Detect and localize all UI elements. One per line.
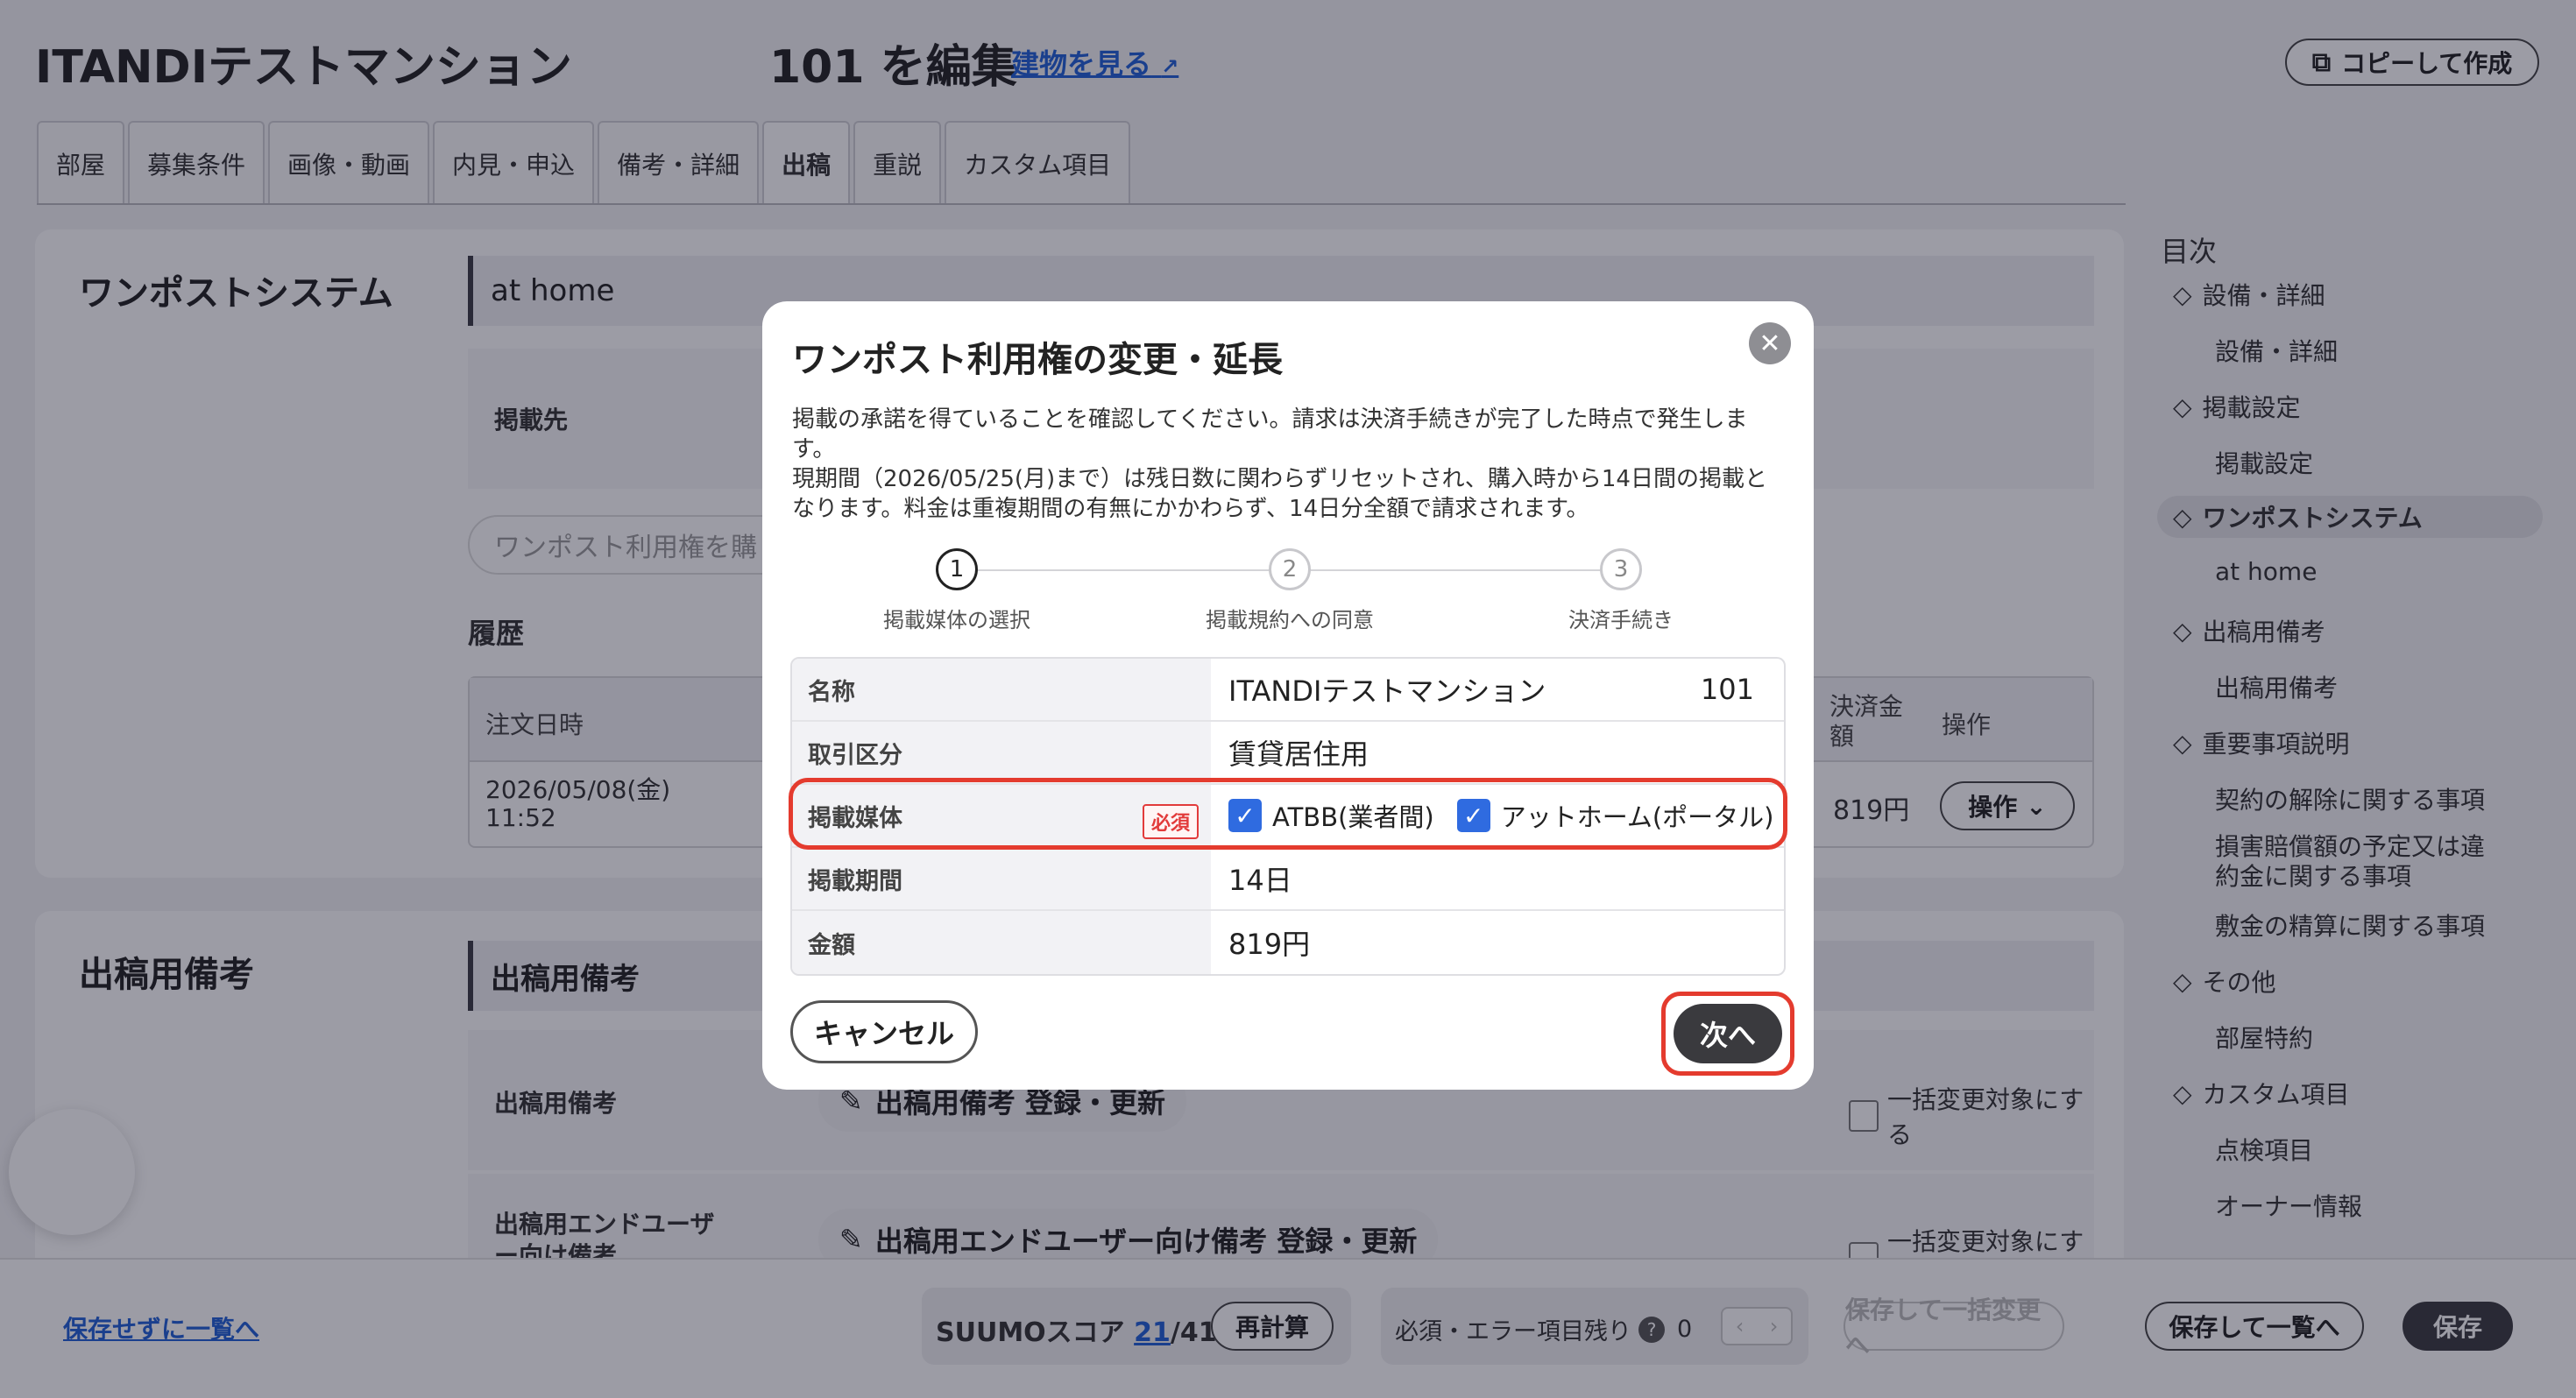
row-amount: 金額 819円 — [792, 911, 1784, 974]
period-label: 掲載期間 — [792, 848, 1211, 909]
onepost-change-dialog: ワンポスト利用権の変更・延長 ✕ 掲載の承諾を得ていることを確認してください。請… — [762, 301, 1814, 1090]
deal-type-value: 賃貸居住用 — [1228, 738, 1369, 771]
building-name: ITANDIテストマンション — [1228, 674, 1546, 708]
step-3-circle: 3 — [1600, 548, 1642, 590]
step-3-label: 決済手続き — [1568, 608, 1674, 632]
room-number: 101 — [1700, 673, 1754, 706]
amount-value: 819円 — [1228, 928, 1311, 961]
stepper: 1 2 3 掲載媒体の選択 掲載規約への同意 決済手続き — [762, 548, 1814, 645]
amount-label: 金額 — [792, 911, 1211, 974]
dialog-title: ワンポスト利用権の変更・延長 — [792, 340, 1283, 380]
step-1-label: 掲載媒体の選択 — [883, 608, 1030, 632]
name-value: ITANDIテストマンション 101 — [1211, 659, 1784, 720]
description-line-2: 現期間（2026/05/25(月)まで）は残日数に関わらずリセットされ、購入時か… — [792, 466, 1767, 522]
row-name: 名称 ITANDIテストマンション 101 — [792, 659, 1784, 722]
row-deal-type: 取引区分 賃貸居住用 — [792, 722, 1784, 785]
cancel-button[interactable]: キャンセル — [790, 1000, 978, 1063]
description-line-1: 掲載の承諾を得ていることを確認してください。請求は決済手続きが完了した時点で発生… — [792, 406, 1748, 462]
media-row-highlight — [789, 778, 1787, 850]
step-2-label: 掲載規約への同意 — [1206, 608, 1374, 632]
row-period: 掲載期間 14日 — [792, 848, 1784, 911]
deal-type-label: 取引区分 — [792, 722, 1211, 783]
name-label: 名称 — [792, 659, 1211, 720]
dialog-description: 掲載の承諾を得ていることを確認してください。請求は決済手続きが完了した時点で発生… — [792, 405, 1782, 524]
step-2-circle: 2 — [1269, 548, 1311, 590]
period-value: 14日 — [1228, 864, 1292, 897]
step-1-circle: 1 — [936, 548, 978, 590]
next-button[interactable]: 次へ — [1674, 1004, 1782, 1063]
close-icon[interactable]: ✕ — [1749, 322, 1791, 364]
